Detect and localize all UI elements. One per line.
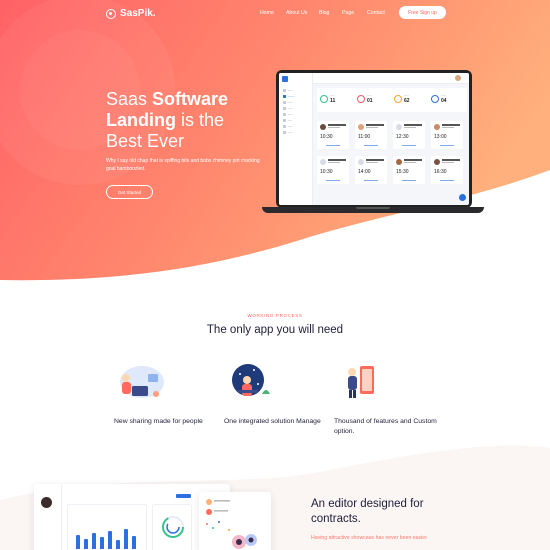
logo[interactable]: SasPik.: [106, 8, 156, 19]
avatar: [358, 159, 364, 165]
ring-chart-card: [152, 504, 192, 550]
section-title: The only app you will need: [206, 324, 344, 336]
features-illustration-icon: [348, 366, 374, 398]
appointment-time: 10:30: [320, 134, 333, 140]
integration-illustration-icon: [232, 364, 270, 396]
sharing-illustration-icon: [120, 366, 164, 398]
avatar: [396, 159, 402, 165]
feature-integrated: One integrated solution Manage: [224, 418, 321, 425]
editor-title: An editor designed for contracts.: [311, 498, 424, 525]
sidebar-item: ——: [283, 113, 292, 116]
sidebar-item: ——: [283, 125, 292, 128]
hero-title-part: Saas: [106, 89, 153, 109]
appointment-card[interactable]: 10:30: [317, 121, 349, 149]
appointment-card[interactable]: 15:30: [393, 156, 425, 184]
nav-link-about[interactable]: About Us: [286, 10, 307, 16]
hero-subtitle: Why I say old chap that is spiffing bits…: [106, 158, 260, 172]
nav-link-page[interactable]: Page: [342, 10, 354, 16]
appointment-time: 12:30: [396, 134, 409, 140]
dashboard-logo-icon: [282, 76, 288, 82]
sidebar-item: ——: [283, 89, 292, 92]
sidebar-item: ———: [283, 95, 295, 98]
logo-text: SasPik.: [120, 8, 156, 19]
appointment-time: 14:00: [358, 169, 371, 175]
feature-sharing: New sharing made for people: [114, 418, 203, 425]
signup-button[interactable]: Free Sign up: [399, 6, 446, 19]
hero-title: Saas Software Landing is the Best Ever: [106, 89, 266, 152]
avatar: [434, 159, 440, 165]
laptop-screen: —— ——— —— —— —— —— —— —— —— 11 —— 01 —— 62 …: [276, 70, 472, 208]
stat-item: —— 04: [441, 94, 447, 104]
hero-title-part: is the: [176, 110, 225, 130]
avatar: [434, 124, 440, 130]
dashboard-stats: —— 11 —— 01 —— 62 —— 04: [317, 88, 467, 112]
sidebar-item: ——: [283, 107, 292, 110]
appointment-time: 10:30: [320, 169, 333, 175]
add-button[interactable]: [459, 194, 466, 201]
stat-ring-icon: [320, 95, 328, 103]
appointment-card[interactable]: 16:30: [431, 156, 463, 184]
section-label: WORKING PROCESS: [247, 313, 303, 318]
stat-ring-icon: [357, 95, 365, 103]
hero-title-bold: Landing: [106, 110, 176, 130]
editor-subtitle: Having attractive showcase has never bee…: [311, 535, 427, 541]
editor-sidebar: [34, 484, 62, 550]
chat-preview: [199, 492, 271, 550]
sidebar-item: ——: [283, 101, 292, 104]
stat-item: —— 01: [367, 94, 373, 104]
dashboard-topbar: [313, 73, 469, 84]
logo-icon: [106, 8, 116, 19]
nav-link-home[interactable]: Home: [260, 10, 274, 16]
stat-item: —— 62: [404, 94, 410, 104]
get-started-button[interactable]: Get Started: [106, 185, 153, 199]
appointment-card[interactable]: 11:00: [355, 121, 387, 149]
sidebar-item: ——: [283, 119, 292, 122]
appointment-card[interactable]: 10:30: [317, 156, 349, 184]
stat-ring-icon: [394, 95, 402, 103]
sidebar-item: ——: [283, 131, 292, 134]
appointment-card[interactable]: 12:30: [393, 121, 425, 149]
avatar: [455, 75, 461, 81]
appointment-card[interactable]: 13:00: [431, 121, 463, 149]
appointment-time: 15:30: [396, 169, 409, 175]
avatar: [320, 124, 326, 130]
top-nav: SasPik. Home About Us Blog Page Contact …: [0, 0, 550, 28]
stat-item: —— 11: [330, 94, 336, 104]
dashboard-preview: —— ——— —— —— —— —— —— —— —— 11 —— 01 —— 62 …: [279, 73, 469, 205]
dashboard-sidebar: —— ——— —— —— —— —— —— ——: [279, 73, 313, 205]
appointment-time: 16:30: [434, 169, 447, 175]
nav-link-blog[interactable]: Blog: [319, 10, 329, 16]
nav-link-contact[interactable]: Contact: [367, 10, 385, 16]
avatar: [358, 124, 364, 130]
avatar: [320, 159, 326, 165]
appointment-time: 11:00: [358, 134, 371, 140]
add-button[interactable]: [176, 494, 191, 498]
avatar: [396, 124, 402, 130]
laptop-mockup: —— ——— —— —— —— —— —— —— —— 11 —— 01 —— 62 …: [262, 70, 484, 215]
hero-title-part: Best Ever: [106, 131, 185, 151]
laptop-base: [262, 207, 484, 213]
bar-chart-card: [67, 504, 147, 550]
avatar: [41, 497, 52, 508]
hero-title-bold: Software: [152, 89, 229, 109]
stat-ring-icon: [431, 95, 439, 103]
appointment-time: 13:00: [434, 134, 447, 140]
appointment-card[interactable]: 14:00: [355, 156, 387, 184]
